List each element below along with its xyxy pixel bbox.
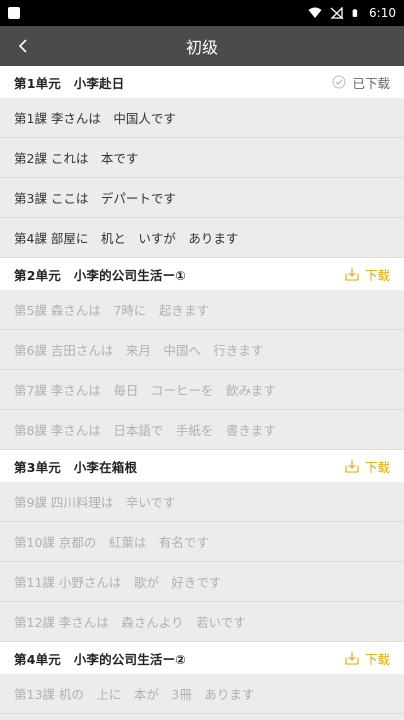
check-circle-icon	[332, 75, 346, 89]
lesson-label: 第2課 これは 本です	[14, 151, 139, 166]
chevron-left-icon	[18, 39, 27, 53]
download-button[interactable]: 下载	[345, 649, 390, 668]
battery-icon	[352, 9, 358, 17]
lesson-label: 第13課 机の 上に 本が 3冊 あります	[14, 687, 255, 702]
unit-status-label: 下载	[364, 459, 390, 475]
download-icon	[345, 460, 359, 473]
unit-status-label: 下载	[364, 267, 390, 283]
download-icon	[345, 268, 359, 281]
wifi-icon	[308, 7, 322, 18]
lesson-item[interactable]: 第5課 森さんは 7時に 起きます	[0, 290, 404, 330]
lesson-label: 第7課 李さんは 毎日 コーヒーを 飲みます	[14, 383, 276, 398]
unit-header[interactable]: 第2单元 小李的公司生活ー① 下载	[0, 258, 404, 290]
unit-status-label: 下载	[364, 651, 390, 667]
unit-header[interactable]: 第4单元 小李的公司生活ー② 下载	[0, 642, 404, 674]
app-header: 初级	[0, 26, 404, 66]
lesson-label: 第8課 李さんは 日本語で 手紙を 書きます	[14, 423, 276, 438]
download-icon	[345, 652, 359, 665]
lesson-label: 第11課 小野さんは 歌が 好きです	[14, 575, 222, 590]
lesson-item[interactable]: 第9課 四川料理は 辛いです	[0, 482, 404, 522]
lesson-item[interactable]: 第6課 吉田さんは 来月 中国へ 行きます	[0, 330, 404, 370]
lesson-item[interactable]: 第10課 京都の 紅葉は 有名です	[0, 522, 404, 562]
unit-title: 第3单元 小李在箱根	[14, 459, 138, 475]
lesson-label: 第4課 部屋に 机と いすが あります	[14, 231, 239, 246]
unit-header[interactable]: 第1单元 小李赴日 已下载	[0, 66, 404, 98]
unit-header[interactable]: 第3单元 小李在箱根 下载	[0, 450, 404, 482]
lesson-label: 第5課 森さんは 7時に 起きます	[14, 303, 209, 318]
clock: 6:10	[369, 6, 396, 20]
unit-title: 第1单元 小李赴日	[14, 75, 125, 91]
lesson-item[interactable]: 第14課 昨日 デパートへ 行って 買い物しました	[0, 714, 404, 720]
lesson-label: 第6課 吉田さんは 来月 中国へ 行きます	[14, 343, 264, 358]
page-title: 初级	[185, 38, 218, 57]
download-button[interactable]: 下载	[345, 457, 390, 476]
unit-list[interactable]: 第1单元 小李赴日 已下载第1課 李さんは 中国人です 第2課 これは 本です第3課…	[0, 66, 404, 720]
downloaded-status: 已下载	[332, 73, 390, 92]
unit-title: 第2单元 小李的公司生活ー①	[14, 267, 187, 283]
lesson-item[interactable]: 第2課 これは 本です	[0, 138, 404, 178]
back-button[interactable]	[10, 32, 38, 60]
lesson-item[interactable]: 第4課 部屋に 机と いすが あります	[0, 218, 404, 258]
lesson-item[interactable]: 第13課 机の 上に 本が 3冊 あります	[0, 674, 404, 714]
lesson-label: 第1課 李さんは 中国人です	[14, 111, 176, 126]
no-signal-icon	[330, 7, 344, 19]
unit-status-label: 已下载	[352, 75, 390, 91]
lesson-item[interactable]: 第11課 小野さんは 歌が 好きです	[0, 562, 404, 602]
lesson-item[interactable]: 第8課 李さんは 日本語で 手紙を 書きます	[0, 410, 404, 450]
status-bar: 6:10	[0, 0, 404, 26]
lesson-item[interactable]: 第3課 ここは デパートです	[0, 178, 404, 218]
lesson-item[interactable]: 第7課 李さんは 毎日 コーヒーを 飲みます	[0, 370, 404, 410]
app-notification-icon	[8, 7, 20, 19]
unit-title: 第4单元 小李的公司生活ー②	[14, 651, 187, 667]
lesson-label: 第9課 四川料理は 辛いです	[14, 495, 176, 510]
lesson-label: 第10課 京都の 紅葉は 有名です	[14, 535, 209, 550]
lesson-label: 第12課 李さんは 森さんより 若いです	[14, 615, 246, 630]
lesson-item[interactable]: 第1課 李さんは 中国人です	[0, 98, 404, 138]
download-button[interactable]: 下载	[345, 265, 390, 284]
lesson-label: 第3課 ここは デパートです	[14, 191, 176, 206]
lesson-item[interactable]: 第12課 李さんは 森さんより 若いです	[0, 602, 404, 642]
